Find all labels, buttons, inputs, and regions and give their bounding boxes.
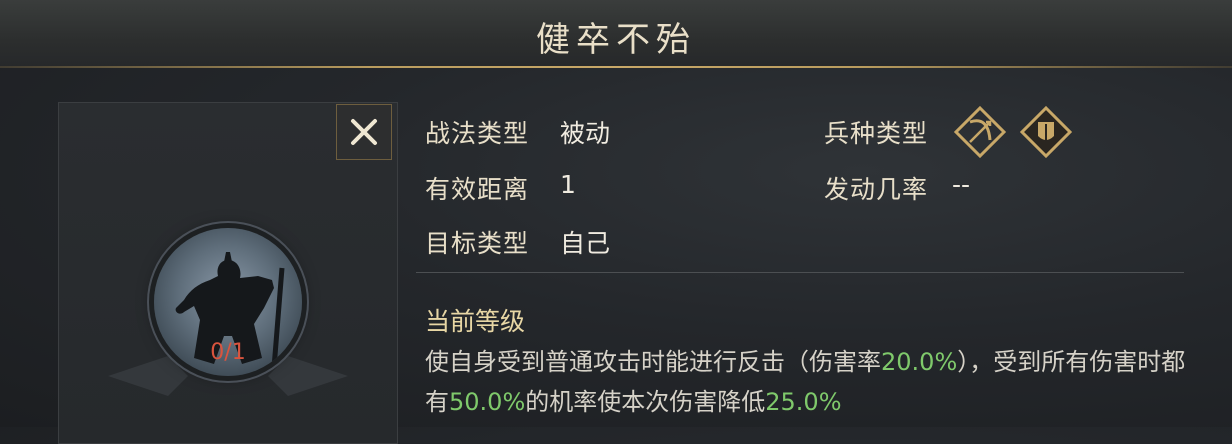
archer-bow-icon[interactable] — [954, 106, 1006, 158]
troop-type-label: 兵种类型 — [824, 119, 929, 148]
damage-rate-value: 20.0% — [881, 348, 958, 376]
section-divider — [416, 272, 1184, 273]
level-counter: 0/1 — [210, 340, 246, 365]
target-type-value: 自己 — [560, 229, 611, 258]
skill-title: 健卒不殆 — [536, 20, 696, 60]
damage-reduction-value: 25.0% — [765, 388, 842, 416]
skill-description: 使自身受到普通攻击时能进行反击（伤害率20.0%），受到所有伤害时都有50.0%… — [425, 342, 1205, 422]
close-button[interactable] — [336, 104, 392, 160]
close-icon — [351, 119, 377, 145]
chance-value: 50.0% — [449, 388, 526, 416]
range-value: 1 — [560, 170, 576, 199]
trigger-rate-label: 发动几率 — [824, 175, 929, 204]
current-level-title: 当前等级 — [425, 307, 526, 336]
title-bar: 健卒不殆 — [0, 0, 1232, 68]
trigger-rate-value: -- — [952, 170, 971, 199]
desc-text-3: 的机率使本次伤害降低 — [525, 388, 766, 416]
tactic-type-value: 被动 — [560, 119, 611, 148]
range-label: 有效距离 — [425, 175, 530, 204]
shield-infantry-icon[interactable] — [1020, 106, 1072, 158]
desc-text-1: 使自身受到普通攻击时能进行反击（伤害率 — [425, 348, 881, 376]
tactic-type-label: 战法类型 — [425, 119, 530, 148]
target-type-label: 目标类型 — [425, 229, 530, 258]
